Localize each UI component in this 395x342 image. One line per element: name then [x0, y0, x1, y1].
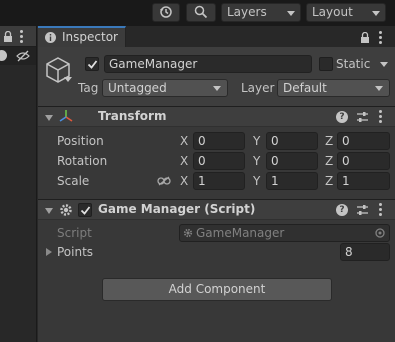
script-object-field: GameManager	[179, 224, 390, 242]
script-value: GameManager	[196, 226, 285, 240]
help-icon[interactable]: ?	[336, 111, 348, 123]
layer-dropdown[interactable]: Default	[277, 79, 390, 97]
axis-z-label: Z	[325, 174, 334, 188]
foldout-arrow-icon[interactable]	[45, 208, 53, 214]
layers-dropdown[interactable]: Layers	[221, 3, 301, 22]
left-panel-header	[0, 26, 36, 47]
points-foldout-icon[interactable]	[46, 248, 52, 256]
layer-value: Default	[283, 81, 327, 95]
checkmark-icon	[87, 60, 98, 69]
axis-x-label: X	[180, 134, 189, 148]
chevron-down-icon	[213, 86, 221, 91]
visibility-hidden-icon[interactable]	[16, 50, 30, 62]
lock-icon[interactable]	[3, 31, 13, 42]
position-label: Position	[57, 134, 104, 148]
transform-icon	[59, 110, 73, 122]
presets-icon[interactable]	[356, 204, 369, 216]
rotation-x-field[interactable]: 0	[193, 152, 245, 170]
chevron-down-icon	[287, 11, 295, 16]
tag-dropdown[interactable]: Untagged	[102, 79, 228, 97]
script-gear-icon	[60, 204, 72, 216]
search-button[interactable]	[186, 3, 216, 22]
script-component-header[interactable]: Game Manager (Script) ?	[38, 199, 395, 220]
lock-icon[interactable]	[360, 32, 370, 43]
tag-label: Tag	[78, 81, 99, 95]
help-icon[interactable]: ?	[336, 204, 348, 216]
constrain-proportions-icon[interactable]	[157, 176, 171, 186]
component-enabled-checkbox[interactable]	[78, 203, 92, 217]
foldout-arrow-icon[interactable]	[45, 115, 53, 121]
script-gear-icon	[183, 228, 193, 238]
axis-x-label: X	[180, 174, 189, 188]
left-panel-menu-icon[interactable]	[20, 30, 23, 45]
object-active-checkbox[interactable]	[85, 57, 99, 71]
object-picker-icon	[375, 228, 385, 238]
transform-menu-icon[interactable]	[379, 110, 382, 125]
history-button[interactable]	[152, 3, 180, 22]
static-label: Static	[336, 57, 371, 71]
inspector-menu-icon[interactable]	[379, 31, 382, 46]
position-y-field[interactable]: 0	[266, 132, 318, 150]
left-panel-row	[0, 47, 36, 65]
history-icon	[160, 6, 172, 18]
inspector-tab-bar: Inspector	[38, 26, 395, 47]
search-icon	[194, 5, 208, 19]
script-label: Script	[57, 226, 92, 240]
add-component-button[interactable]: Add Component	[102, 278, 332, 301]
left-panel	[0, 26, 37, 342]
rotation-label: Rotation	[57, 154, 108, 168]
scale-label: Scale	[57, 174, 90, 188]
axis-z-label: Z	[325, 134, 334, 148]
scale-y-field[interactable]: 1	[266, 172, 318, 190]
rotation-y-field[interactable]: 0	[266, 152, 318, 170]
axis-x-label: X	[180, 154, 189, 168]
position-z-field[interactable]: 0	[337, 132, 390, 150]
tab-label: Inspector	[62, 30, 118, 44]
chevron-down-icon	[372, 11, 380, 16]
script-component-menu-icon[interactable]	[379, 203, 382, 218]
layers-label: Layers	[227, 5, 267, 19]
tab-inspector[interactable]: Inspector	[38, 26, 126, 47]
axis-y-label: Y	[253, 134, 261, 148]
checkmark-icon	[80, 206, 91, 215]
scale-x-field[interactable]: 1	[193, 172, 245, 190]
info-icon	[45, 32, 56, 43]
object-header: GameManager Static Tag Untagged Layer De…	[38, 47, 395, 107]
chevron-down-icon	[375, 86, 383, 91]
presets-icon[interactable]	[356, 111, 369, 123]
axis-y-label: Y	[253, 174, 261, 188]
transform-title: Transform	[98, 109, 167, 123]
axis-y-label: Y	[253, 154, 261, 168]
static-checkbox[interactable]	[319, 57, 333, 71]
position-x-field[interactable]: 0	[193, 132, 245, 150]
script-component-title: Game Manager (Script)	[98, 202, 256, 216]
layout-dropdown[interactable]: Layout	[306, 3, 386, 22]
transform-header[interactable]: Transform ?	[38, 106, 395, 127]
icon-dropdown-arrow[interactable]	[64, 77, 72, 82]
scale-z-field[interactable]: 1	[337, 172, 390, 190]
top-toolbar: Layers Layout	[0, 0, 395, 26]
static-dropdown-arrow[interactable]	[380, 62, 388, 67]
inspector-panel: Inspector GameManager Static Tag Untagge…	[38, 26, 395, 342]
points-size-field[interactable]: 8	[340, 243, 390, 261]
points-label: Points	[57, 245, 94, 259]
layout-label: Layout	[312, 5, 353, 19]
axis-z-label: Z	[325, 154, 334, 168]
layer-label: Layer	[241, 81, 275, 95]
tag-value: Untagged	[108, 81, 167, 95]
rotation-z-field[interactable]: 0	[337, 152, 390, 170]
scene-object-icon	[0, 50, 7, 61]
object-name-field[interactable]: GameManager	[104, 55, 312, 73]
